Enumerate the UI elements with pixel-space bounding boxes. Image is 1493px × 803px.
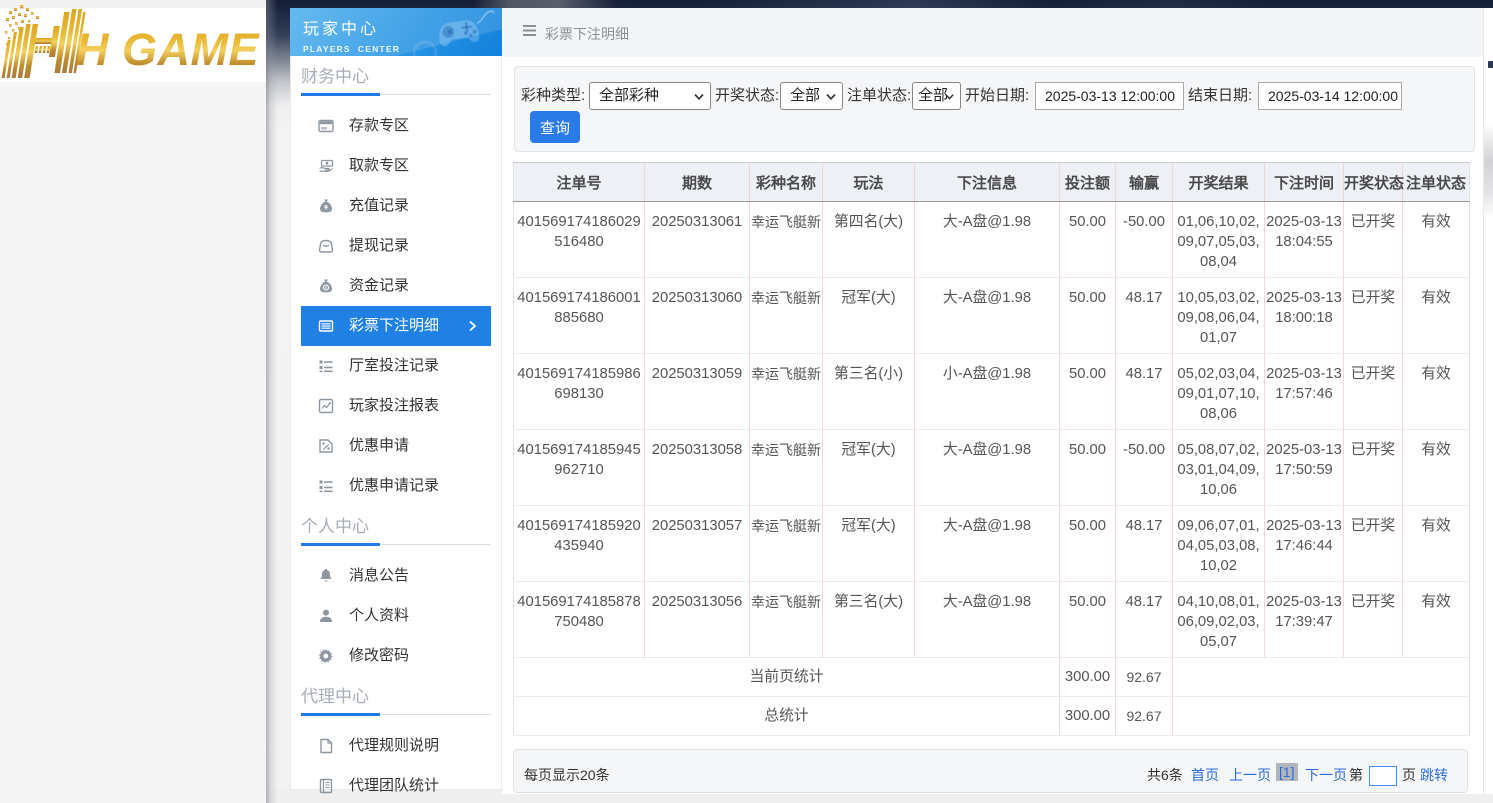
svg-text:H GAME: H GAME: [76, 24, 260, 75]
